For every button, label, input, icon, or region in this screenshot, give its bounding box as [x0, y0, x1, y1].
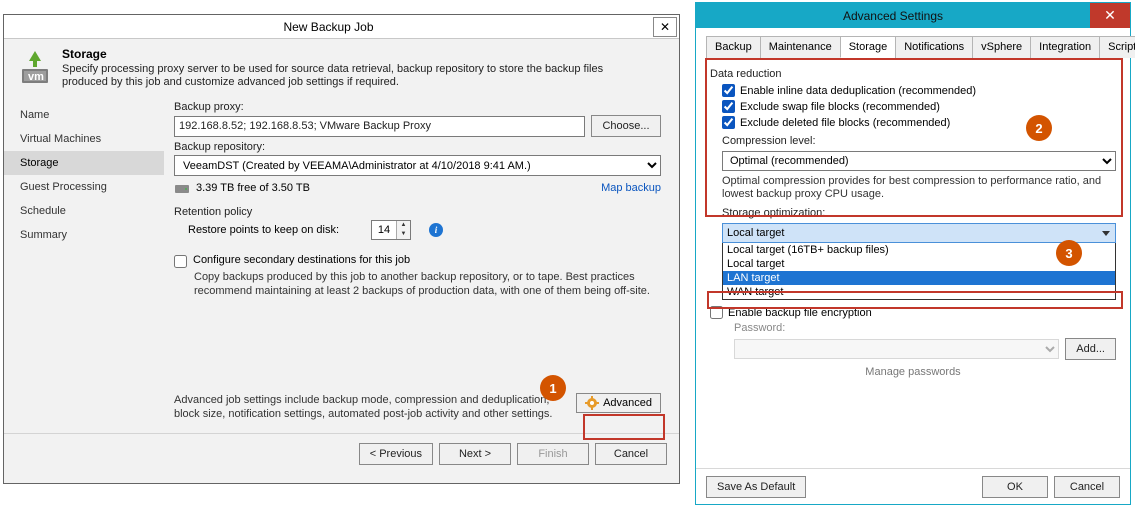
dialog-footer: < Previous Next > Finish Cancel [4, 433, 679, 473]
dialog-title: New Backup Job [4, 20, 653, 34]
info-icon[interactable]: i [429, 223, 443, 237]
map-backup-link[interactable]: Map backup [601, 182, 661, 194]
new-backup-job-dialog: New Backup Job ✕ vm Storage Specify proc… [3, 14, 680, 484]
nav-guest-processing[interactable]: Guest Processing [4, 175, 164, 199]
opt-local[interactable]: Local target [723, 257, 1115, 271]
tab-maintenance[interactable]: Maintenance [760, 36, 841, 58]
ok-button[interactable]: OK [982, 476, 1048, 498]
finish-button: Finish [517, 443, 589, 465]
spin-down-icon[interactable]: ▼ [397, 230, 410, 239]
tab-vsphere[interactable]: vSphere [972, 36, 1031, 58]
choose-button[interactable]: Choose... [591, 115, 661, 137]
next-button[interactable]: Next > [439, 443, 511, 465]
secondary-destinations-label: Configure secondary destinations for thi… [193, 254, 410, 268]
compression-hint: Optimal compression provides for best co… [722, 175, 1116, 201]
nav-name[interactable]: Name [4, 103, 164, 127]
nav-storage[interactable]: Storage [4, 151, 164, 175]
free-space-text: 3.39 TB free of 3.50 TB [196, 182, 310, 194]
advanced-button[interactable]: Advanced [576, 393, 661, 413]
dedup-label: Enable inline data deduplication (recomm… [740, 85, 976, 97]
advanced-settings-dialog: Advanced Settings ✕ Backup Maintenance S… [695, 2, 1131, 505]
compression-select[interactable]: Optimal (recommended) [722, 151, 1116, 171]
deleted-checkbox[interactable] [722, 116, 735, 129]
deleted-label: Exclude deleted file blocks (recommended… [740, 117, 950, 129]
save-as-default-button[interactable]: Save As Default [706, 476, 806, 498]
close-button[interactable]: ✕ [1090, 3, 1130, 28]
nav-summary[interactable]: Summary [4, 223, 164, 247]
retention-policy-label: Retention policy [174, 206, 661, 218]
tab-storage[interactable]: Storage [840, 36, 897, 58]
backup-repository-select[interactable]: VeeamDST (Created by VEEAMA\Administrato… [174, 155, 661, 176]
storage-opt-label: Storage optimization: [722, 207, 1116, 219]
previous-button[interactable]: < Previous [359, 443, 433, 465]
opt-lan[interactable]: LAN target [723, 271, 1115, 285]
storage-opt-dropdown-list: Local target (16TB+ backup files) Local … [722, 243, 1116, 300]
titlebar: Advanced Settings ✕ [696, 3, 1130, 28]
titlebar: New Backup Job ✕ [4, 15, 679, 39]
restore-points-spinner[interactable]: ▲▼ [371, 220, 411, 240]
backup-repository-label: Backup repository: [174, 141, 661, 153]
cancel-button[interactable]: Cancel [1054, 476, 1120, 498]
page-subtitle: Specify processing proxy server to be us… [62, 63, 652, 89]
encrypt-checkbox[interactable] [710, 306, 723, 319]
nav-schedule[interactable]: Schedule [4, 199, 164, 223]
storage-opt-selected: Local target [727, 227, 784, 239]
gear-icon [585, 396, 599, 410]
secondary-destinations-desc: Copy backups produced by this job to ano… [194, 270, 661, 298]
dedup-checkbox[interactable] [722, 84, 735, 97]
password-select [734, 339, 1059, 359]
tab-notifications[interactable]: Notifications [895, 36, 973, 58]
backup-proxy-input[interactable] [174, 116, 585, 137]
encrypt-label: Enable backup file encryption [728, 307, 872, 319]
page-title: Storage [62, 47, 652, 61]
spin-up-icon[interactable]: ▲ [397, 221, 410, 230]
nav-virtual-machines[interactable]: Virtual Machines [4, 127, 164, 151]
restore-points-input[interactable] [372, 221, 396, 239]
secondary-destinations-checkbox[interactable] [174, 255, 187, 268]
restore-points-label: Restore points to keep on disk: [188, 224, 339, 236]
storage-wizard-icon: vm [14, 47, 56, 89]
disk-icon [174, 180, 190, 196]
add-password-button[interactable]: Add... [1065, 338, 1116, 360]
data-reduction-title: Data reduction [710, 68, 1116, 80]
compression-label: Compression level: [722, 135, 1116, 147]
cancel-button[interactable]: Cancel [595, 443, 667, 465]
advanced-desc: Advanced job settings include backup mod… [174, 393, 576, 421]
tab-integration[interactable]: Integration [1030, 36, 1100, 58]
password-label: Password: [734, 322, 1116, 334]
opt-wan[interactable]: WAN target [723, 285, 1115, 299]
dialog-title: Advanced Settings [696, 9, 1090, 23]
tab-bar: Backup Maintenance Storage Notifications… [706, 35, 1120, 58]
advanced-button-label: Advanced [603, 397, 652, 409]
manage-passwords-link[interactable]: Manage passwords [710, 366, 1116, 378]
swap-label: Exclude swap file blocks (recommended) [740, 101, 940, 113]
close-button[interactable]: ✕ [653, 17, 677, 37]
swap-checkbox[interactable] [722, 100, 735, 113]
svg-text:vm: vm [28, 71, 44, 83]
tab-scripts[interactable]: Scripts [1099, 36, 1135, 58]
opt-local-16tb[interactable]: Local target (16TB+ backup files) [723, 243, 1115, 257]
dialog-header: vm Storage Specify processing proxy serv… [4, 39, 679, 95]
wizard-nav: Name Virtual Machines Storage Guest Proc… [4, 95, 164, 433]
tab-backup[interactable]: Backup [706, 36, 761, 58]
storage-opt-select[interactable]: Local target Local target (16TB+ backup … [722, 223, 1116, 300]
backup-proxy-label: Backup proxy: [174, 101, 661, 113]
dialog-footer: Save As Default OK Cancel [696, 468, 1130, 504]
